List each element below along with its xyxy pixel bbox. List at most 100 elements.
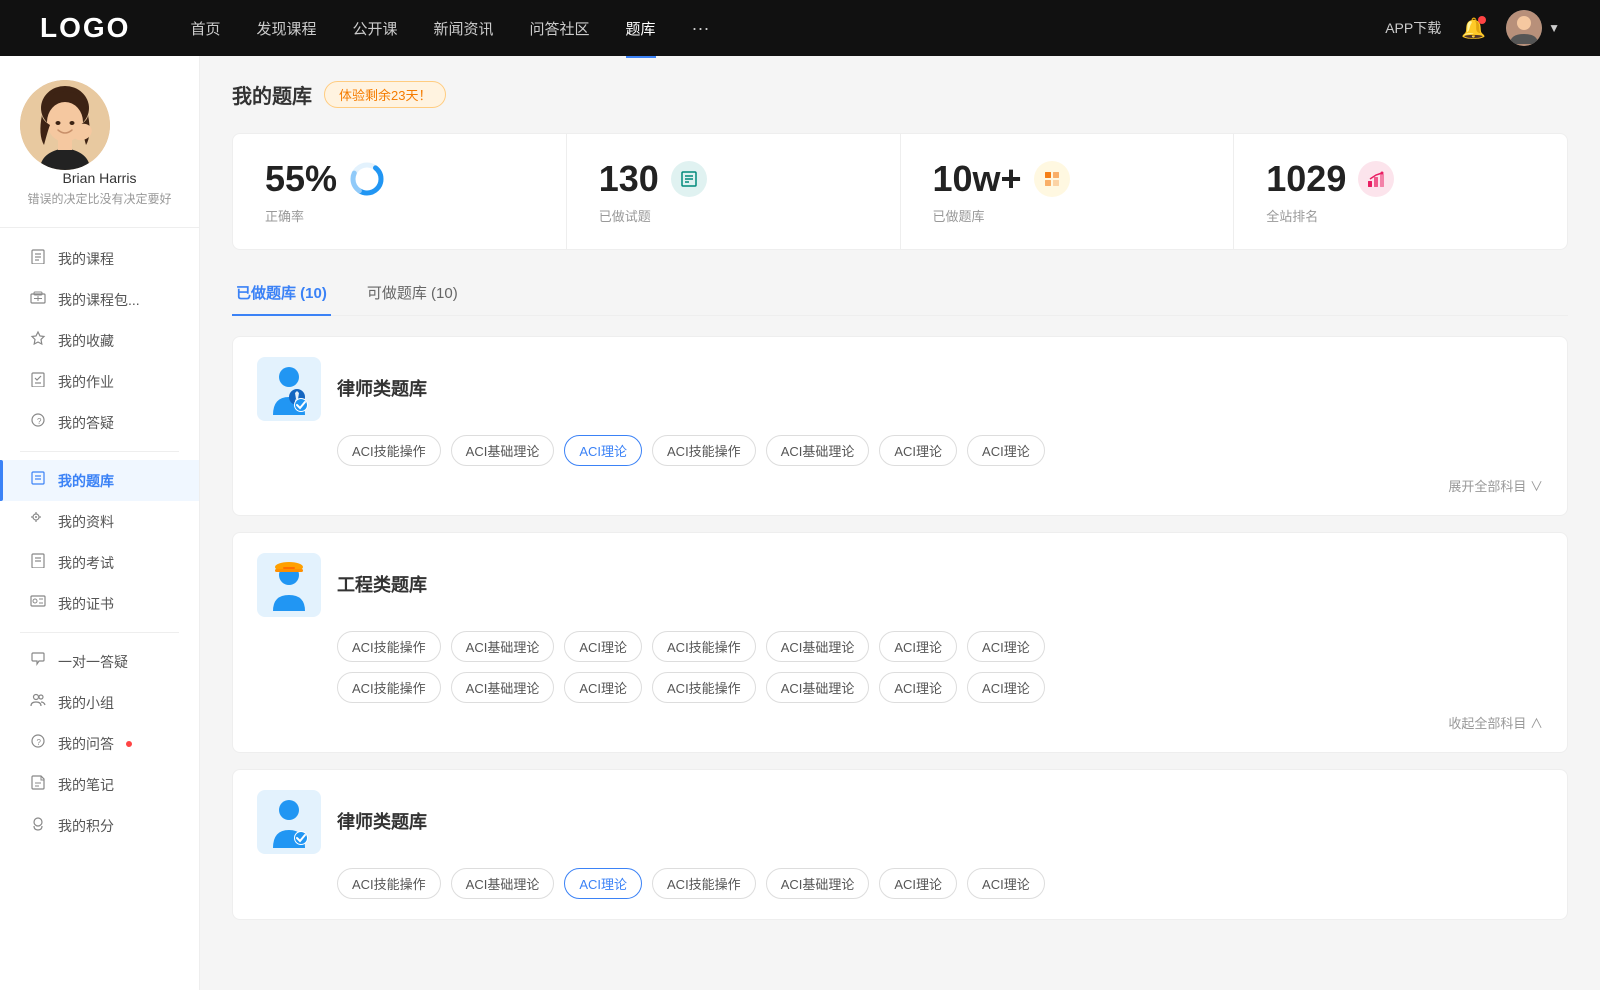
my-qa-label: 我的答疑 [58,413,114,433]
my-coursepack-label: 我的课程包... [58,290,140,310]
sidebar-item-materials[interactable]: 我的资料 [0,501,199,542]
sidebar-avatar [20,80,110,170]
stat-accuracy-label: 正确率 [265,206,534,225]
nav-qbank[interactable]: 题库 [626,18,656,39]
qbank-card-3: 律师类题库 ACI技能操作 ACI基础理论 ACI理论 ACI技能操作 ACI基… [232,769,1568,920]
favorites-icon [28,330,48,351]
exam-icon [28,552,48,573]
qbank-3-tag-1[interactable]: ACI基础理论 [451,868,555,899]
qbank-2-header: 工程类题库 [257,553,1543,617]
qbank-1-tag-3[interactable]: ACI技能操作 [652,435,756,466]
notification-bell[interactable]: 🔔 [1461,16,1486,41]
qbank-1-tags: ACI技能操作 ACI基础理论 ACI理论 ACI技能操作 ACI基础理论 AC… [337,435,1543,466]
sidebar-item-groups[interactable]: 我的小组 [0,682,199,723]
1v1-qa-label: 一对一答疑 [58,652,128,672]
qbank-2-tag-r1-2[interactable]: ACI理论 [564,631,642,662]
user-motto: 错误的决定比没有决定要好 [20,190,179,207]
my-course-icon [28,248,48,269]
sidebar-item-certificate[interactable]: 我的证书 [0,583,199,624]
qbank-3-tag-6[interactable]: ACI理论 [967,868,1045,899]
stat-rank-label: 全站排名 [1266,206,1535,225]
qbank-3-tag-0[interactable]: ACI技能操作 [337,868,441,899]
tab-available[interactable]: 可做题库 (10) [363,274,462,315]
qbank-3-tag-4[interactable]: ACI基础理论 [766,868,870,899]
tab-done[interactable]: 已做题库 (10) [232,274,331,315]
qbank-3-tag-5[interactable]: ACI理论 [879,868,957,899]
questions-done-icon [671,161,707,197]
my-questions-label: 我的问答 [58,734,114,754]
svg-text:?: ? [37,738,42,747]
qbank-2-tag-r1-6[interactable]: ACI理论 [967,631,1045,662]
sidebar-item-my-coursepack[interactable]: 我的课程包... [0,279,199,320]
qbank-1-tag-5[interactable]: ACI理论 [879,435,957,466]
stat-banks-value: 10w+ [933,158,1022,200]
materials-label: 我的资料 [58,512,114,532]
profile-image [20,80,110,170]
qbank-3-icon [257,790,321,854]
nav-discover[interactable]: 发现课程 [256,18,316,39]
sidebar-item-homework[interactable]: 我的作业 [0,361,199,402]
logo[interactable]: LOGO [40,12,130,44]
points-label: 我的积分 [58,816,114,836]
sidebar-item-exam[interactable]: 我的考试 [0,542,199,583]
sidebar-item-my-questions[interactable]: ? 我的问答 [0,723,199,764]
notification-dot [1478,16,1486,24]
qbank-2-tag-r2-5[interactable]: ACI理论 [879,672,957,703]
qbank-3-tag-3[interactable]: ACI技能操作 [652,868,756,899]
sidebar-item-1v1-qa[interactable]: 一对一答疑 [0,641,199,682]
stat-questions-value: 130 [599,158,659,200]
lawyer-icon [265,363,313,415]
qbank-2-tag-r1-3[interactable]: ACI技能操作 [652,631,756,662]
sidebar-item-qbank[interactable]: 我的题库 [0,460,199,501]
qbank-1-tag-6[interactable]: ACI理论 [967,435,1045,466]
stat-banks-done: 10w+ 已做题库 [901,134,1235,249]
nav-qa[interactable]: 问答社区 [530,18,590,39]
sidebar-item-notes[interactable]: 我的笔记 [0,764,199,805]
stat-accuracy-top: 55% [265,158,534,200]
nav-home[interactable]: 首页 [190,18,220,39]
qbank-2-tag-r2-0[interactable]: ACI技能操作 [337,672,441,703]
sidebar-item-my-qa[interactable]: ? 我的答疑 [0,402,199,443]
dropdown-arrow[interactable]: ▼ [1548,21,1560,35]
qbank-2-tag-r1-1[interactable]: ACI基础理论 [451,631,555,662]
sidebar-item-my-course[interactable]: 我的课程 [0,238,199,279]
qbank-2-tag-r1-4[interactable]: ACI基础理论 [766,631,870,662]
notes-icon [28,774,48,795]
homework-icon [28,371,48,392]
qbank-1-tag-4[interactable]: ACI基础理论 [766,435,870,466]
qbank-2-tag-r1-0[interactable]: ACI技能操作 [337,631,441,662]
certificate-icon [28,593,48,614]
qbank-2-icon [257,553,321,617]
qbank-2-tag-r2-2[interactable]: ACI理论 [564,672,642,703]
qbank-menu-label: 我的题库 [58,471,114,491]
qbank-2-tag-r2-4[interactable]: ACI基础理论 [766,672,870,703]
qbank-1-expand[interactable]: 展开全部科目 ∨ [1448,479,1543,494]
stats-row: 55% 正确率 130 [232,133,1568,250]
sidebar-item-favorites[interactable]: 我的收藏 [0,320,199,361]
qbank-2-tag-r2-3[interactable]: ACI技能操作 [652,672,756,703]
qbank-3-tags: ACI技能操作 ACI基础理论 ACI理论 ACI技能操作 ACI基础理论 AC… [337,868,1543,899]
nav-more[interactable]: ··· [692,18,710,39]
nav-open-course[interactable]: 公开课 [352,18,397,39]
qbank-1-tag-1[interactable]: ACI基础理论 [451,435,555,466]
qbank-2-tag-r1-5[interactable]: ACI理论 [879,631,957,662]
qbank-2-tag-r2-1[interactable]: ACI基础理论 [451,672,555,703]
my-course-label: 我的课程 [58,249,114,269]
user-avatar [1506,10,1542,46]
menu-divider-1 [20,451,179,452]
sidebar-item-points[interactable]: 我的积分 [0,805,199,846]
stat-rank-value: 1029 [1266,158,1346,200]
qbank-2-collapse[interactable]: 收起全部科目 ∧ [1448,716,1543,731]
qbank-3-tag-2[interactable]: ACI理论 [564,868,642,899]
my-coursepack-icon [28,289,48,310]
groups-label: 我的小组 [58,693,114,713]
qbank-1-tag-2[interactable]: ACI理论 [564,435,642,466]
stat-banks-label: 已做题库 [933,206,1202,225]
user-menu[interactable]: ▼ [1506,10,1560,46]
app-download-button[interactable]: APP下载 [1385,18,1441,38]
qbank-1-tag-0[interactable]: ACI技能操作 [337,435,441,466]
stat-banks-top: 10w+ [933,158,1202,200]
qbank-2-tag-r2-6[interactable]: ACI理论 [967,672,1045,703]
stat-questions-label: 已做试题 [599,206,868,225]
nav-news[interactable]: 新闻资讯 [434,18,494,39]
